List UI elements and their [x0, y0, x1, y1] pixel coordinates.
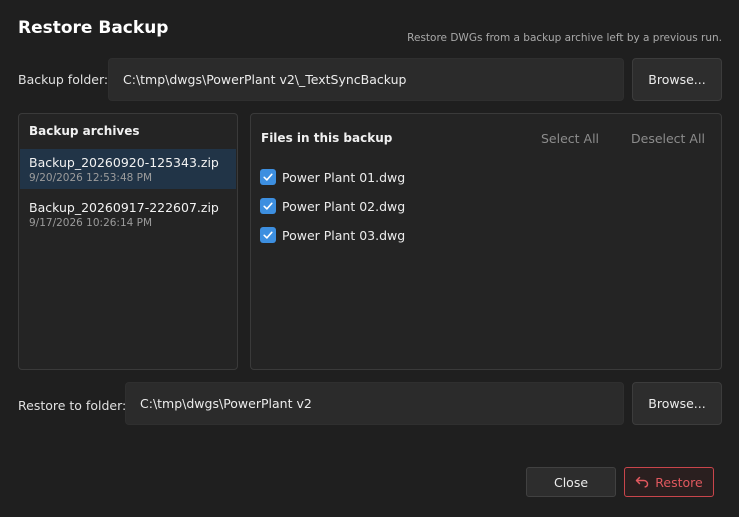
backup-folder-label: Backup folder: — [18, 72, 109, 87]
file-row[interactable]: Power Plant 03.dwg — [260, 225, 405, 245]
files-panel: Files in this backup Select All Deselect… — [250, 113, 722, 370]
select-all-button[interactable]: Select All — [541, 131, 599, 146]
archive-date: 9/17/2026 10:26:14 PM — [29, 217, 153, 229]
archive-name: Backup_20260917-222607.zip — [29, 200, 219, 215]
deselect-all-button[interactable]: Deselect All — [631, 131, 705, 146]
checkmark-icon — [263, 231, 273, 239]
dialog-subtitle: Restore DWGs from a backup archive left … — [407, 32, 722, 44]
checkmark-icon — [263, 173, 273, 181]
undo-arrow-icon — [636, 476, 649, 488]
file-name: Power Plant 01.dwg — [282, 169, 406, 185]
restore-folder-label: Restore to folder: — [18, 398, 127, 413]
file-checkbox[interactable] — [260, 227, 276, 243]
file-checkbox[interactable] — [260, 169, 276, 185]
archives-panel: Backup archives Backup_20260920-125343.z… — [18, 113, 238, 370]
close-button[interactable]: Close — [526, 467, 616, 497]
restore-button[interactable]: Restore — [624, 467, 714, 497]
file-row[interactable]: Power Plant 02.dwg — [260, 196, 405, 216]
checkmark-icon — [263, 202, 273, 210]
archives-header: Backup archives — [29, 124, 140, 138]
dialog-title: Restore Backup — [18, 18, 169, 38]
file-row[interactable]: Power Plant 01.dwg — [260, 167, 405, 187]
archive-date: 9/20/2026 12:53:48 PM — [29, 172, 153, 184]
restore-backup-dialog: Restore Backup Restore DWGs from a backu… — [0, 0, 739, 517]
restore-button-label: Restore — [655, 474, 703, 490]
file-name: Power Plant 03.dwg — [282, 227, 406, 243]
restore-folder-field[interactable]: C:\tmp\dwgs\PowerPlant v2 — [125, 382, 624, 425]
restore-folder-browse-button[interactable]: Browse... — [632, 382, 722, 425]
archive-item[interactable]: Backup_20260917-222607.zip 9/17/2026 10:… — [20, 194, 236, 234]
backup-folder-field[interactable]: C:\tmp\dwgs\PowerPlant v2\_TextSyncBacku… — [108, 58, 624, 101]
file-checkbox[interactable] — [260, 198, 276, 214]
archive-name: Backup_20260920-125343.zip — [29, 155, 219, 170]
backup-folder-browse-button[interactable]: Browse... — [632, 58, 722, 101]
file-name: Power Plant 02.dwg — [282, 198, 406, 214]
archive-item[interactable]: Backup_20260920-125343.zip 9/20/2026 12:… — [20, 149, 236, 189]
files-header: Files in this backup — [261, 131, 393, 145]
